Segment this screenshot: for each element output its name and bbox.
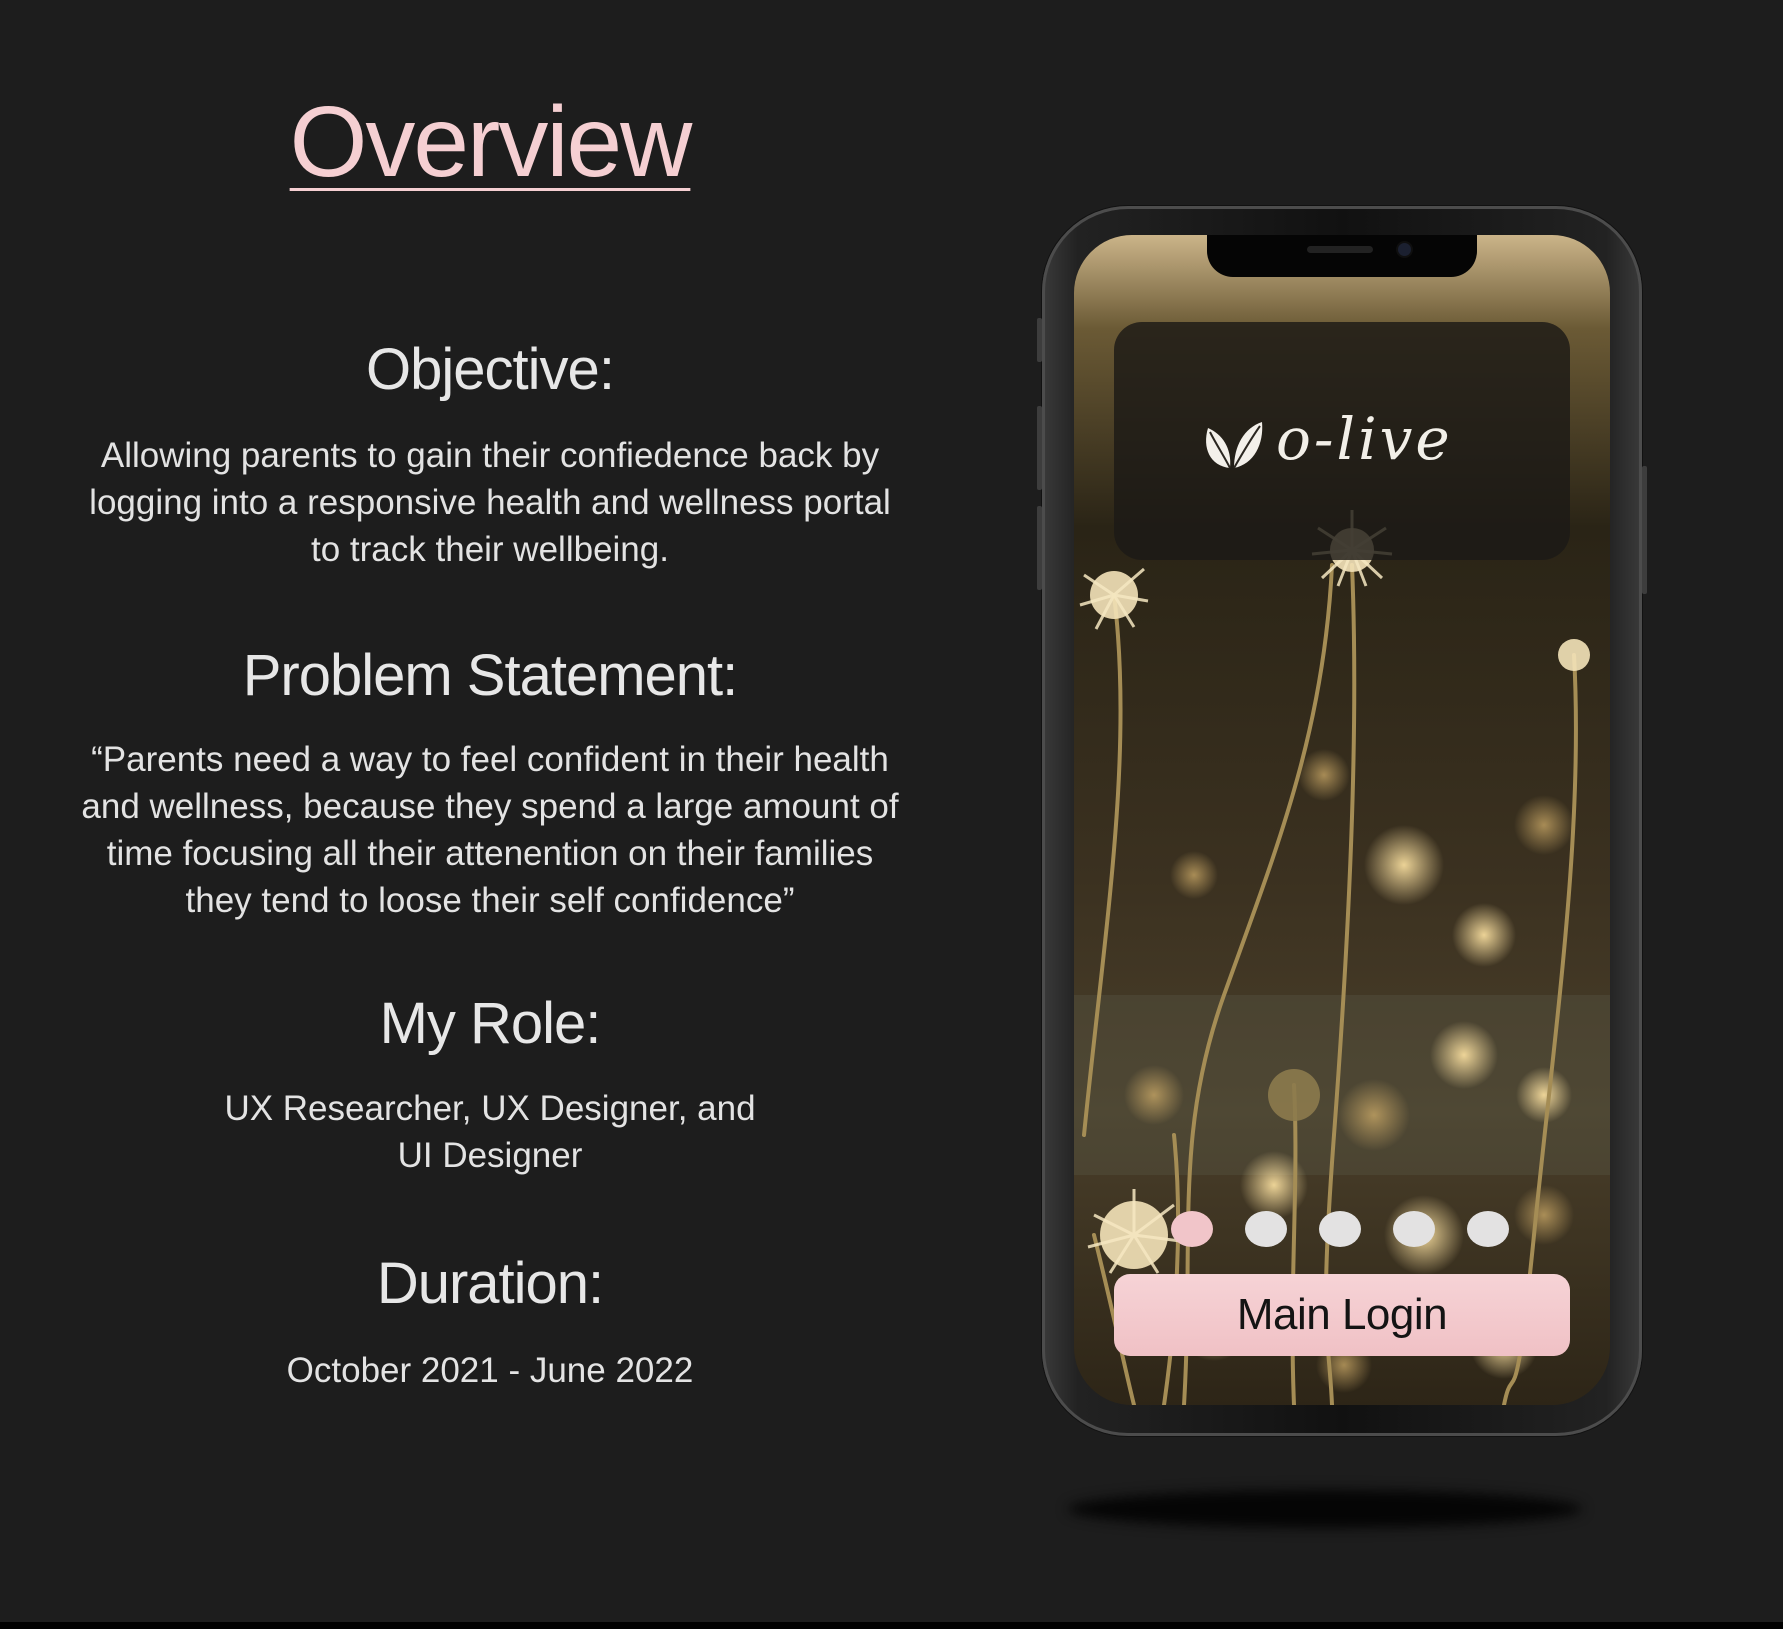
objective-heading: Objective: [366, 337, 615, 402]
phone-shadow [1068, 1490, 1582, 1528]
main-login-button[interactable]: Main Login [1114, 1274, 1570, 1356]
objective-text: Allowing parents to gain their confieden… [60, 432, 920, 573]
objective-line: Allowing parents to gain their confieden… [100, 436, 880, 475]
problem-statement-heading: Problem Statement: [242, 643, 739, 708]
problem-statement-line: time focusing all their attenention on t… [106, 834, 874, 873]
app-logo-card: o-live [1114, 322, 1570, 560]
duration-line: October 2021 - June 2022 [286, 1351, 694, 1390]
phone-silent-switch [1037, 318, 1042, 362]
phone-notch [1207, 235, 1477, 277]
problem-statement-text: “Parents need a way to feel confident in… [60, 736, 920, 924]
phone-screen: o-live Main Login [1074, 235, 1610, 1405]
app-logo-text: o-live [1276, 405, 1453, 473]
phone-power-button [1642, 466, 1647, 594]
phone-volume-up [1037, 406, 1042, 490]
bottom-edge-bar [0, 1622, 1783, 1629]
my-role-text: UX Researcher, UX Designer, and UI Desig… [60, 1085, 920, 1179]
phone-volume-down [1037, 506, 1042, 590]
onboarding-page-indicator [1171, 1211, 1511, 1247]
phone-mockup: o-live Main Login [1037, 206, 1647, 1436]
page-dot-active[interactable] [1171, 1211, 1213, 1247]
objective-line: logging into a responsive health and wel… [89, 483, 891, 522]
duration-heading: Duration: [376, 1251, 604, 1316]
page-dot[interactable] [1393, 1211, 1435, 1247]
my-role-line: UI Designer [397, 1136, 583, 1175]
speaker-grille [1307, 246, 1373, 253]
overview-title: Overview [289, 86, 693, 198]
front-camera [1398, 243, 1411, 256]
page-dot[interactable] [1245, 1211, 1287, 1247]
problem-statement-line: they tend to loose their self confidence… [185, 881, 795, 920]
problem-statement-line: “Parents need a way to feel confident in… [91, 740, 889, 779]
leaf-icon [1206, 422, 1263, 469]
problem-statement-line: and wellness, because they spend a large… [81, 787, 899, 826]
duration-text: October 2021 - June 2022 [60, 1347, 920, 1394]
my-role-line: UX Researcher, UX Designer, and [224, 1089, 756, 1128]
page-dot[interactable] [1319, 1211, 1361, 1247]
my-role-heading: My Role: [379, 991, 602, 1056]
objective-line: to track their wellbeing. [311, 530, 669, 569]
page-dot[interactable] [1467, 1211, 1509, 1247]
